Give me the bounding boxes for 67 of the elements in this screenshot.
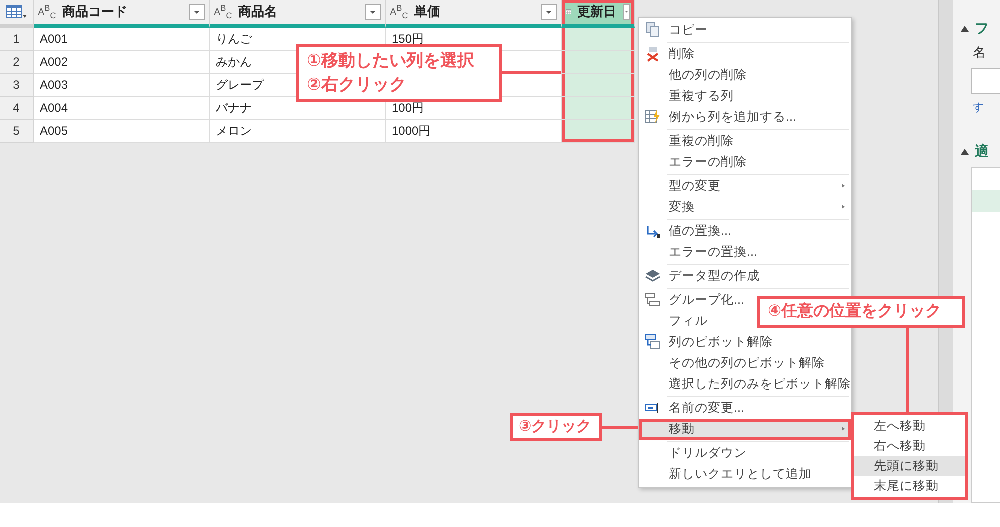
copy-icon: [645, 22, 661, 38]
table-cell: A003: [34, 74, 210, 97]
table-cell: A002: [34, 51, 210, 74]
menu-item[interactable]: 削除: [639, 44, 851, 65]
menu-item[interactable]: 末尾に移動: [854, 476, 965, 496]
menu-item[interactable]: 移動: [639, 419, 851, 440]
properties-link[interactable]: す: [961, 100, 1000, 115]
table-lightning-icon: [645, 109, 661, 125]
leader-line: [602, 426, 638, 429]
column-header[interactable]: 更新日: [562, 0, 635, 28]
menu-item[interactable]: 重複の削除: [639, 131, 851, 152]
menu-item[interactable]: 変換: [639, 197, 851, 218]
menu-item[interactable]: 列のピボット解除: [639, 332, 851, 353]
row-number: 4: [0, 97, 34, 120]
table-cell: A005: [34, 120, 210, 143]
field-label: 名: [972, 44, 987, 62]
menu-item[interactable]: 例から列を追加する...: [639, 107, 851, 128]
row-number: 2: [0, 51, 34, 74]
column-name: 更新日: [578, 3, 616, 21]
menu-item[interactable]: データ型の作成: [639, 266, 851, 287]
menu-item[interactable]: エラーの置換...: [639, 242, 851, 263]
annotation-tooltip: ①移動したい列を選択 ②右クリック: [296, 44, 502, 102]
table-cell: 1000円: [386, 120, 562, 143]
row-number: 3: [0, 74, 34, 97]
dropdown-icon[interactable]: [189, 4, 205, 20]
table-cell: A004: [34, 97, 210, 120]
menu-item[interactable]: エラーの削除: [639, 152, 851, 173]
annotation-tooltip: ④任意の位置をクリック: [757, 296, 965, 328]
leader-line: [502, 71, 561, 74]
annotation-tooltip: ③クリック: [510, 413, 602, 441]
unpivot-icon: [645, 334, 661, 350]
table-menu-icon[interactable]: [6, 5, 28, 19]
column-name: 商品コード: [62, 3, 128, 21]
menu-item[interactable]: 左へ移動: [854, 416, 965, 436]
menu-item[interactable]: 選択した列のみをピボット解除: [639, 374, 851, 395]
column-header[interactable]: A$^{B}$$_{C}$ 商品名: [210, 0, 386, 28]
column-name: 商品名: [238, 3, 278, 21]
menu-item[interactable]: コピー: [639, 20, 851, 41]
row-number: 5: [0, 120, 34, 143]
column-name: 単価: [414, 3, 442, 21]
section-title: 適: [975, 143, 989, 161]
menu-item[interactable]: ドリルダウン: [639, 443, 851, 464]
row-number: 1: [0, 28, 34, 51]
column-header[interactable]: A$^{B}$$_{C}$ 単価: [386, 0, 562, 28]
name-field[interactable]: [971, 68, 1000, 94]
delete-icon: [645, 46, 661, 62]
group-icon: [645, 292, 661, 308]
menu-item[interactable]: 先頭に移動: [854, 456, 965, 476]
menu-item[interactable]: 値の置換...: [639, 221, 851, 242]
layers-icon: [645, 268, 661, 284]
dropdown-icon[interactable]: [365, 4, 381, 20]
collapse-icon[interactable]: [961, 26, 969, 32]
collapse-icon[interactable]: [961, 149, 969, 155]
table-cell: メロン: [210, 120, 386, 143]
menu-item[interactable]: 型の変更: [639, 176, 851, 197]
menu-item[interactable]: その他の列のピボット解除: [639, 353, 851, 374]
rename-icon: [645, 400, 661, 416]
menu-item[interactable]: 他の列の削除: [639, 65, 851, 86]
menu-item[interactable]: 名前の変更...: [639, 398, 851, 419]
dropdown-icon[interactable]: [541, 4, 557, 20]
table-cell: A001: [34, 28, 210, 51]
section-title: フ: [975, 20, 989, 38]
replace-values-icon: [645, 223, 661, 239]
menu-item[interactable]: 右へ移動: [854, 436, 965, 456]
menu-item[interactable]: 新しいクエリとして追加: [639, 464, 851, 485]
menu-item[interactable]: 重複する列: [639, 86, 851, 107]
column-header[interactable]: A$^{B}$$_{C}$ 商品コード: [34, 0, 210, 28]
